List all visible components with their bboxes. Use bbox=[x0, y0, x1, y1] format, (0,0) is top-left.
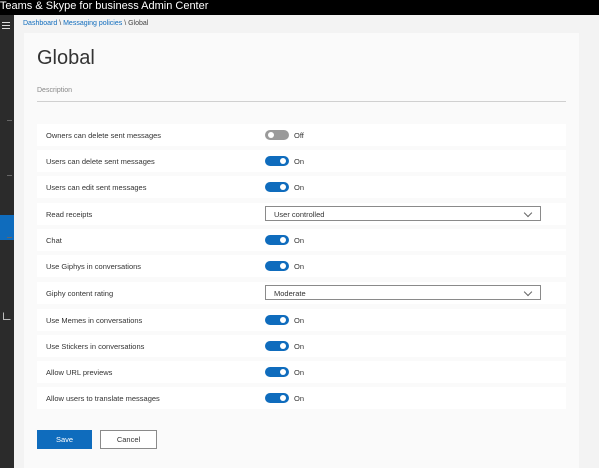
setting-row: Read receipts User controlled bbox=[37, 203, 566, 225]
setting-label: Use Stickers in conversations bbox=[46, 342, 145, 351]
setting-row: Chat On bbox=[37, 229, 566, 251]
setting-row: Users can edit sent messages On bbox=[37, 176, 566, 198]
page-title: Global bbox=[37, 47, 95, 69]
setting-label: Users can delete sent messages bbox=[46, 157, 155, 166]
nav-item[interactable] bbox=[7, 175, 12, 176]
toggle-knob bbox=[280, 184, 286, 190]
toggle-switch[interactable] bbox=[265, 156, 289, 166]
toggle-state-label: On bbox=[294, 157, 305, 166]
setting-label: Use Giphys in conversations bbox=[46, 262, 142, 271]
setting-row: Use Giphys in conversations On bbox=[37, 255, 566, 277]
nav-item[interactable] bbox=[7, 237, 12, 238]
setting-label: Allow users to translate messages bbox=[46, 394, 160, 403]
chevron-down-icon bbox=[523, 208, 533, 218]
toggle-state-label: On bbox=[294, 236, 305, 245]
external-link-icon[interactable] bbox=[3, 312, 11, 320]
toggle-state-label: On bbox=[294, 262, 305, 271]
breadcrumb-messaging-policies[interactable]: Messaging policies bbox=[63, 20, 122, 27]
toggle-knob bbox=[280, 237, 286, 243]
save-button[interactable]: Save bbox=[37, 430, 92, 449]
left-nav-rail bbox=[0, 15, 14, 468]
setting-row: Use Memes in conversations On bbox=[37, 309, 566, 331]
hamburger-icon[interactable] bbox=[2, 22, 10, 29]
toggle-switch[interactable] bbox=[265, 130, 289, 140]
toggle-knob bbox=[268, 132, 274, 138]
setting-label: Giphy content rating bbox=[46, 289, 114, 298]
setting-label: Use Memes in conversations bbox=[46, 316, 143, 325]
setting-row: Allow URL previews On bbox=[37, 361, 566, 383]
toggle-knob bbox=[280, 395, 286, 401]
breadcrumb-current: Global bbox=[128, 20, 149, 27]
toggle-switch[interactable] bbox=[265, 261, 289, 271]
toggle-switch[interactable] bbox=[265, 341, 289, 351]
toggle-state-label: On bbox=[294, 316, 305, 325]
description-underline bbox=[37, 101, 566, 102]
toggle-switch[interactable] bbox=[265, 367, 289, 377]
toggle-switch[interactable] bbox=[265, 315, 289, 325]
nav-item[interactable] bbox=[7, 120, 12, 121]
toggle-state-label: Off bbox=[294, 131, 304, 140]
setting-label: Read receipts bbox=[46, 210, 93, 219]
setting-label: Allow URL previews bbox=[46, 368, 113, 377]
setting-row: Giphy content rating Moderate bbox=[37, 282, 566, 304]
setting-row: Allow users to translate messages On bbox=[37, 387, 566, 409]
setting-row: Use Stickers in conversations On bbox=[37, 335, 566, 357]
toggle-knob bbox=[280, 263, 286, 269]
toggle-switch[interactable] bbox=[265, 182, 289, 192]
setting-row: Owners can delete sent messages Off bbox=[37, 124, 566, 146]
description-field[interactable]: Description bbox=[37, 87, 72, 94]
toggle-switch[interactable] bbox=[265, 235, 289, 245]
setting-label: Owners can delete sent messages bbox=[46, 131, 162, 140]
toggle-state-label: On bbox=[294, 342, 305, 351]
breadcrumb: Dashboard \ Messaging policies \ Global bbox=[23, 20, 148, 27]
setting-label: Users can edit sent messages bbox=[46, 183, 147, 192]
toggle-knob bbox=[280, 369, 286, 375]
toggle-knob bbox=[280, 158, 286, 164]
toggle-state-label: On bbox=[294, 183, 305, 192]
setting-label: Chat bbox=[46, 236, 62, 245]
dropdown-select[interactable]: User controlled bbox=[265, 206, 541, 221]
setting-row: Users can delete sent messages On bbox=[37, 150, 566, 172]
cancel-button[interactable]: Cancel bbox=[100, 430, 157, 449]
chevron-down-icon bbox=[523, 287, 533, 297]
breadcrumb-dashboard[interactable]: Dashboard bbox=[23, 20, 57, 27]
toggle-switch[interactable] bbox=[265, 393, 289, 403]
toggle-state-label: On bbox=[294, 394, 305, 403]
toggle-knob bbox=[280, 317, 286, 323]
dropdown-value: Moderate bbox=[274, 289, 306, 298]
window-titlebar: t Teams & Skype for business Admin Cente… bbox=[0, 0, 599, 15]
dropdown-select[interactable]: Moderate bbox=[265, 285, 541, 300]
toggle-state-label: On bbox=[294, 368, 305, 377]
window-title: t Teams & Skype for business Admin Cente… bbox=[0, 0, 209, 12]
toggle-knob bbox=[280, 343, 286, 349]
dropdown-value: User controlled bbox=[274, 210, 325, 219]
